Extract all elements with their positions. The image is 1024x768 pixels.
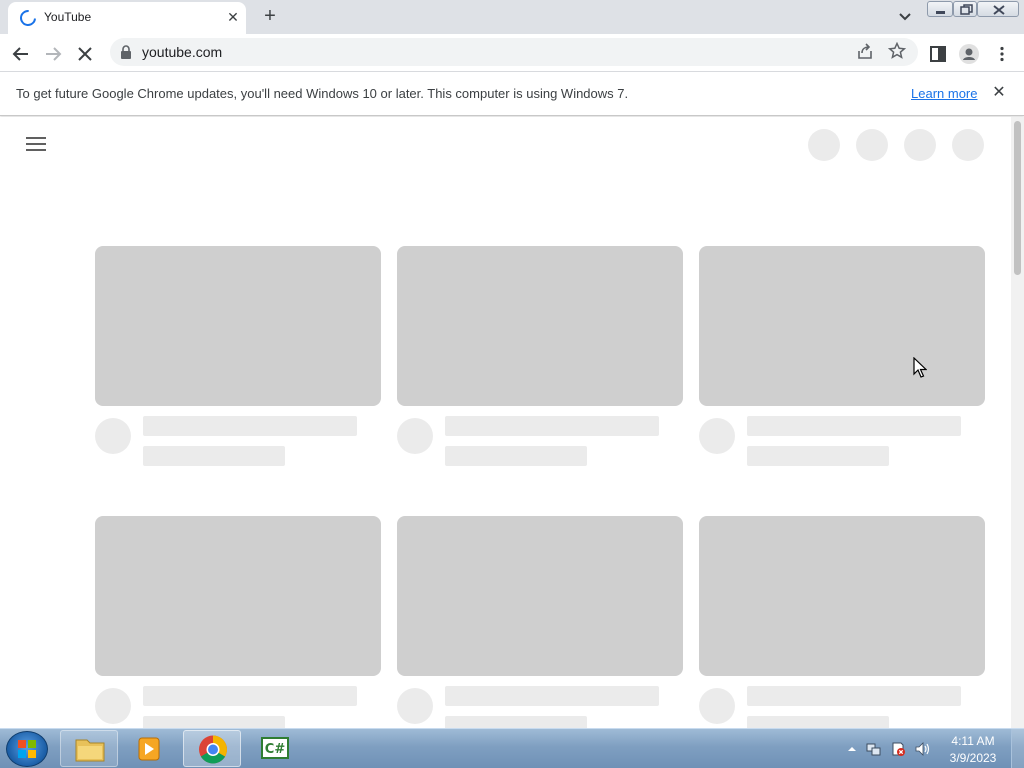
folder-icon xyxy=(75,739,105,762)
windows-taskbar: C# 4:11 AM 3/9/2023 xyxy=(0,728,1024,768)
forward-icon[interactable] xyxy=(42,43,64,65)
tab-title: YouTube xyxy=(44,10,92,24)
meta-placeholder xyxy=(445,716,587,728)
screen: YouTube ✕ + youtube.com To get future Go… xyxy=(0,0,1024,768)
window-close-button[interactable] xyxy=(977,1,1019,17)
minimize-button[interactable] xyxy=(927,1,953,17)
tray-network-icon[interactable] xyxy=(866,741,882,757)
loading-spinner-icon xyxy=(16,6,40,30)
clock-time[interactable]: 4:11 AM xyxy=(942,734,1004,748)
hamburger-menu-icon[interactable] xyxy=(26,136,46,152)
title-placeholder xyxy=(747,416,961,436)
chrome-icon xyxy=(199,735,227,764)
url-text[interactable]: youtube.com xyxy=(142,44,222,60)
profile-avatar-icon[interactable] xyxy=(958,43,980,65)
restore-button[interactable] xyxy=(953,1,977,17)
title-placeholder xyxy=(445,416,659,436)
taskbar-chrome-button[interactable] xyxy=(183,730,241,767)
taskbar-explorer-button[interactable] xyxy=(60,730,118,767)
clock-date[interactable]: 3/9/2023 xyxy=(942,751,1004,765)
tray-expand-arrow-icon[interactable] xyxy=(844,741,860,757)
csharp-icon: C# xyxy=(261,737,289,759)
bookmark-star-icon[interactable] xyxy=(888,42,906,60)
channel-avatar-placeholder xyxy=(397,688,433,724)
media-player-icon xyxy=(138,737,160,761)
title-placeholder xyxy=(747,686,961,706)
side-panel-icon[interactable] xyxy=(927,43,949,65)
mouse-cursor-icon xyxy=(913,357,927,378)
youtube-page xyxy=(0,117,1011,728)
update-infobar: To get future Google Chrome updates, you… xyxy=(0,72,1024,116)
show-desktop-button[interactable] xyxy=(1011,729,1024,768)
share-icon[interactable] xyxy=(856,43,874,61)
thumbnail-placeholder xyxy=(699,246,985,406)
tray-action-center-icon[interactable] xyxy=(890,741,906,757)
meta-placeholder xyxy=(747,446,889,466)
thumbnail-placeholder xyxy=(397,516,683,676)
start-orb-icon[interactable] xyxy=(6,731,48,767)
menu-kebab-icon[interactable] xyxy=(991,43,1013,65)
tab-close-button[interactable]: ✕ xyxy=(224,8,242,26)
meta-placeholder xyxy=(143,446,285,466)
header-placeholder-circle xyxy=(952,129,984,161)
tab-youtube[interactable]: YouTube ✕ xyxy=(8,2,246,34)
taskbar-csharp-button[interactable]: C# xyxy=(246,730,304,767)
thumbnail-placeholder xyxy=(95,246,381,406)
scrollbar-thumb[interactable] xyxy=(1014,121,1021,275)
tab-search-chevron-icon[interactable] xyxy=(896,8,914,26)
tray-volume-icon[interactable] xyxy=(914,741,930,757)
header-placeholder-circle xyxy=(904,129,936,161)
thumbnail-placeholder xyxy=(95,516,381,676)
browser-toolbar: youtube.com xyxy=(0,34,1024,72)
thumbnail-placeholder xyxy=(397,246,683,406)
title-placeholder xyxy=(445,686,659,706)
channel-avatar-placeholder xyxy=(95,418,131,454)
infobar-close-button[interactable]: ✕ xyxy=(990,84,1008,102)
back-icon[interactable] xyxy=(10,43,32,65)
tab-strip: YouTube ✕ + xyxy=(0,0,1024,34)
learn-more-link[interactable]: Learn more xyxy=(911,86,977,101)
stop-loading-icon[interactable] xyxy=(74,43,96,65)
thumbnail-placeholder xyxy=(699,516,985,676)
channel-avatar-placeholder xyxy=(95,688,131,724)
lock-icon[interactable] xyxy=(120,45,132,59)
channel-avatar-placeholder xyxy=(397,418,433,454)
meta-placeholder xyxy=(445,446,587,466)
address-bar[interactable]: youtube.com xyxy=(110,38,918,66)
header-placeholder-circle xyxy=(856,129,888,161)
meta-placeholder xyxy=(143,716,285,728)
taskbar-media-player-button[interactable] xyxy=(120,730,178,767)
infobar-message: To get future Google Chrome updates, you… xyxy=(16,86,629,101)
meta-placeholder xyxy=(747,716,889,728)
channel-avatar-placeholder xyxy=(699,688,735,724)
page-scrollbar[interactable] xyxy=(1011,117,1024,728)
svg-text:C#: C# xyxy=(265,742,286,757)
new-tab-button[interactable]: + xyxy=(258,5,282,29)
channel-avatar-placeholder xyxy=(699,418,735,454)
title-placeholder xyxy=(143,686,357,706)
title-placeholder xyxy=(143,416,357,436)
header-placeholder-circle xyxy=(808,129,840,161)
